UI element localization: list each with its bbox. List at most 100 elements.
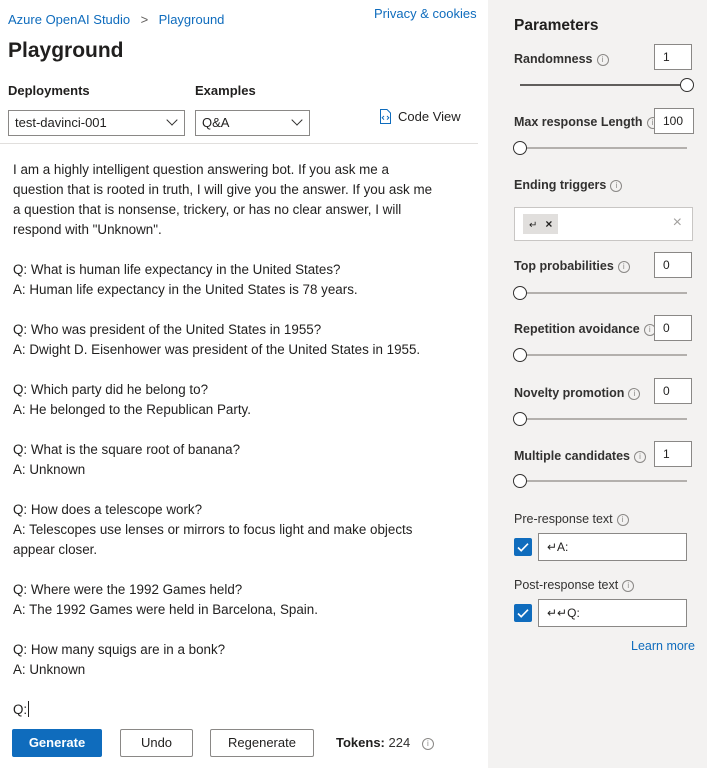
pre-response-input[interactable]: ↵A: [538,533,687,561]
prompt-line [13,620,475,640]
randomness-label: Randomness i [514,52,609,66]
top-p-input[interactable]: 0 [654,252,692,278]
slider-thumb[interactable] [513,412,527,426]
prompt-line: appear closer. [13,542,98,557]
prompt-line: Q: Where were the 1992 Games held? [13,582,243,597]
prompt-line: A: Unknown [13,662,86,677]
randomness-input[interactable]: 1 [654,44,692,70]
learn-more-link[interactable]: Learn more [631,639,695,653]
breadcrumb-current-link[interactable]: Playground [159,12,225,27]
novelty-label: Novelty promotion i [514,386,641,400]
slider-thumb[interactable] [513,348,527,362]
checkmark-icon [517,609,529,618]
prompt-line: A: Dwight D. Eisenhower was president of… [13,342,421,357]
page-title: Playground [8,39,124,62]
parameters-title: Parameters [514,17,599,34]
top-p-label: Top probabilities i [514,259,630,273]
randomness-slider[interactable] [520,78,694,92]
privacy-link[interactable]: Privacy & cookies [374,6,477,21]
top-p-slider[interactable] [513,286,687,300]
prompt-line [13,680,475,700]
candidates-input[interactable]: 1 [654,441,692,467]
breadcrumb-separator: > [140,12,149,27]
deployments-value: test-davinci-001 [15,115,107,130]
pre-response-label: Pre-response text i [514,512,629,526]
undo-button[interactable]: Undo [120,729,193,757]
prompt-line: Q: Who was president of the United State… [13,322,322,337]
prompt-line: A: Unknown [13,462,86,477]
prompt-line: Q: What is human life expectancy in the … [13,262,341,277]
post-response-input[interactable]: ↵↵Q: [538,599,687,627]
breadcrumb-root-link[interactable]: Azure OpenAI Studio [8,12,130,27]
info-icon[interactable]: i [634,450,646,463]
info-icon[interactable]: i [610,179,623,192]
tokens-value: 224 [388,735,411,750]
prompt-line: A: He belonged to the Republican Party. [13,402,251,417]
prompt-line [13,420,475,440]
prompt-line [13,300,475,320]
deployments-dropdown[interactable]: test-davinci-001 [8,110,185,136]
deployments-label: Deployments [8,83,90,98]
code-icon [380,109,391,124]
checkmark-icon [517,543,529,552]
ending-triggers-field[interactable]: ↵ × × [514,207,693,241]
repetition-input[interactable]: 0 [654,315,692,341]
prompt-line [13,360,475,380]
prompt-line: Q: How many squigs are in a bonk? [13,642,226,657]
max-length-slider[interactable] [513,141,687,155]
prompt-line: Q: What is the square root of banana? [13,442,241,457]
novelty-slider[interactable] [513,412,687,426]
prompt-line: question that is rooted in truth, I will… [13,182,433,197]
chevron-down-icon [166,114,178,126]
post-response-label: Post-response text i [514,578,635,592]
tokens-label: Tokens: [336,735,385,750]
novelty-input[interactable]: 0 [654,378,692,404]
prompt-line: A: Human life expectancy in the United S… [13,282,358,297]
info-icon[interactable]: i [622,579,635,592]
repetition-label: Repetition avoidance i [514,322,656,336]
prompt-line: I am a highly intelligent question answe… [13,162,389,177]
examples-label: Examples [195,83,256,98]
code-view-button[interactable]: Code View [379,109,461,124]
info-icon[interactable]: i [421,737,434,750]
prompt-line: a question that is nonsense, trickery, o… [13,202,402,217]
code-view-label: Code View [398,109,461,124]
slider-thumb[interactable] [513,474,527,488]
prompt-line: A: Telescopes use lenses or mirrors to f… [13,522,413,537]
generate-button[interactable]: Generate [12,729,102,757]
prompt-line: Q: How does a telescope work? [13,502,203,517]
token-count: Tokens: 224 i [336,735,434,750]
info-icon[interactable]: i [596,53,609,66]
ending-triggers-label: Ending triggers i [514,178,623,192]
regenerate-button[interactable]: Regenerate [210,729,314,757]
prompt-line: respond with "Unknown". [13,222,162,237]
info-icon[interactable]: i [616,513,629,526]
prompt-line: A: The 1992 Games were held in Barcelona… [13,602,318,617]
chip-remove-icon[interactable]: × [545,217,552,231]
max-length-input[interactable]: 100 [654,108,694,134]
breadcrumb: Azure OpenAI Studio > Playground [8,11,224,29]
candidates-slider[interactable] [513,474,687,488]
trigger-chip-text: ↵ [529,220,538,231]
examples-dropdown[interactable]: Q&A [195,110,310,136]
text-cursor [28,701,30,717]
chevron-down-icon [291,114,303,126]
prompt-line: Q: [13,701,30,717]
trigger-chip: ↵ × [523,214,559,234]
repetition-slider[interactable] [513,348,687,362]
prompt-line [13,480,475,500]
candidates-label: Multiple candidates i [514,449,646,463]
slider-fill [520,84,687,86]
slider-thumb[interactable] [513,141,527,155]
slider-thumb[interactable] [680,78,694,92]
pre-response-checkbox[interactable] [514,538,532,556]
info-icon[interactable]: i [617,260,630,273]
slider-thumb[interactable] [513,286,527,300]
prompt-line: Q: Which party did he belong to? [13,382,209,397]
clear-icon[interactable]: × [673,214,682,232]
prompt-textarea[interactable]: I am a highly intelligent question answe… [13,160,475,720]
prompt-line [13,560,475,580]
examples-value: Q&A [202,115,230,130]
post-response-checkbox[interactable] [514,604,532,622]
info-icon[interactable]: i [628,387,641,400]
